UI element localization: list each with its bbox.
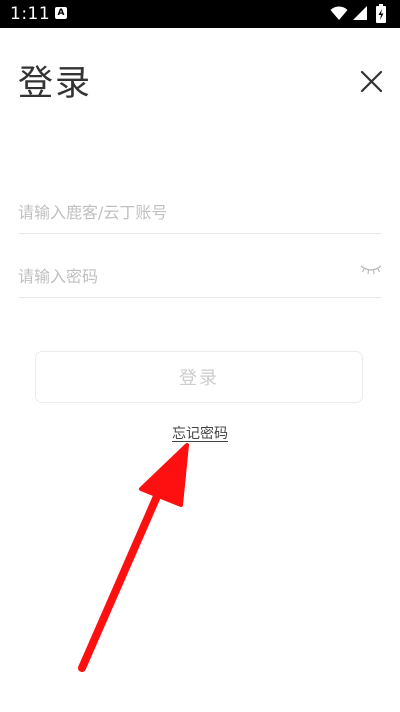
close-button[interactable] [352, 64, 390, 102]
battery-icon [376, 4, 386, 23]
account-field-row [18, 193, 382, 234]
eye-closed-icon [360, 265, 382, 275]
password-visibility-toggle[interactable] [360, 261, 382, 277]
status-bar: 1:11 A [0, 0, 400, 28]
wifi-icon [330, 6, 348, 20]
notification-icon: A [55, 7, 67, 19]
page-title: 登录 [18, 64, 93, 104]
forgot-password-link[interactable]: 忘记密码 [172, 426, 228, 442]
password-input[interactable] [18, 257, 348, 295]
forgot-password-row: 忘记密码 [0, 423, 400, 443]
status-time: 1:11 [10, 4, 51, 24]
status-icons [330, 4, 392, 24]
password-field-row [18, 257, 382, 298]
close-icon [360, 70, 383, 93]
login-button[interactable]: 登录 [35, 351, 363, 403]
signal-icon [353, 6, 367, 20]
account-input[interactable] [18, 193, 348, 231]
